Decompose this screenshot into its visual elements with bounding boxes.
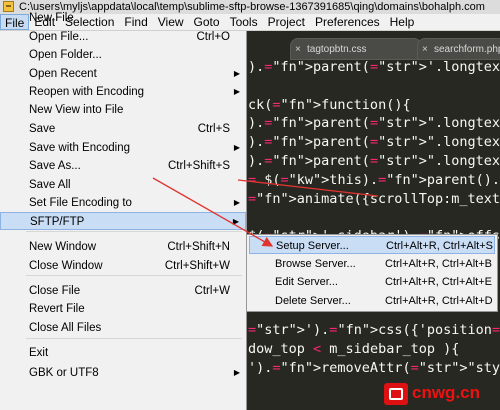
close-icon[interactable]: × bbox=[295, 39, 301, 59]
file-menu-item-new-file[interactable]: New File bbox=[0, 9, 246, 27]
menu-item-label: Edit Server... bbox=[275, 276, 338, 288]
menu-item-shortcut: Ctrl+O bbox=[196, 31, 230, 43]
menu-item-label: Save All bbox=[29, 179, 71, 191]
menu-item-label: New Window bbox=[29, 241, 97, 253]
menu-item-label: Open Recent bbox=[29, 68, 97, 80]
menu-item-label: Save As... bbox=[29, 160, 81, 172]
menu-item-label: Exit bbox=[29, 347, 49, 359]
file-menu-item-close-all-files[interactable]: Close All Files bbox=[0, 319, 246, 337]
code-line: = $(="kw">this).="fn">parent().="fn">par… bbox=[248, 171, 500, 188]
tab-searchform[interactable]: × searchform.php bbox=[417, 38, 500, 60]
code-line: ').="fn">removeAttr(="str">"style"); bbox=[248, 359, 500, 376]
file-menu-item-save-with-encoding[interactable]: Save with Encoding ▶ bbox=[0, 139, 246, 157]
menu-item-label: New View into File bbox=[29, 104, 124, 116]
menu-item-label: Save with Encoding bbox=[29, 142, 131, 154]
file-menu-item-set-file-encoding-to[interactable]: Set File Encoding to ▶ bbox=[0, 194, 246, 212]
menu-item-label: Reopen with Encoding bbox=[29, 86, 145, 98]
tab-tagtopbtn[interactable]: × tagtopbtn.css bbox=[290, 38, 422, 60]
file-menu-item-close-file[interactable]: Close File Ctrl+W bbox=[0, 282, 246, 300]
sftp-menu-item-edit-server[interactable]: Edit Server... Ctrl+Alt+R, Ctrl+Alt+E bbox=[249, 273, 495, 291]
menu-item-label: SFTP/FTP bbox=[30, 216, 85, 228]
menu-item-label: Set File Encoding to bbox=[29, 197, 132, 209]
menu-item-shortcut: Ctrl+Alt+R, Ctrl+Alt+B bbox=[385, 257, 492, 270]
menu-item-label: Close All Files bbox=[29, 322, 102, 334]
menu-item-label: New File bbox=[29, 12, 74, 24]
submenu-arrow-icon: ▶ bbox=[233, 368, 240, 377]
menu-item-shortcut: Ctrl+S bbox=[197, 123, 230, 135]
tab-label: tagtopbtn.css bbox=[307, 44, 367, 55]
code-line: ).="fn">parent(="str">".longtext_all").=… bbox=[248, 134, 500, 151]
file-menu-item-new-window[interactable]: New Window Ctrl+Shift+N bbox=[0, 238, 246, 256]
file-menu-item-exit[interactable]: Exit bbox=[0, 344, 246, 362]
submenu-arrow-icon: ▶ bbox=[233, 198, 240, 207]
submenu-arrow-icon: ▶ bbox=[233, 143, 240, 152]
logo-icon bbox=[384, 383, 408, 405]
menu-item-label: Setup Server... bbox=[276, 240, 349, 252]
code-line: dow_top < m_sidebar_top ){ bbox=[248, 341, 460, 357]
file-menu-item-revert-file[interactable]: Revert File bbox=[0, 300, 246, 318]
file-menu-item-save-all[interactable]: Save All bbox=[0, 176, 246, 194]
menu-item-shortcut: Ctrl+Alt+R, Ctrl+Alt+S bbox=[386, 240, 493, 252]
submenu-arrow-icon: ▶ bbox=[233, 87, 240, 96]
menu-item-label: Save bbox=[29, 123, 56, 135]
menu-item-label: Revert File bbox=[29, 303, 85, 315]
menu-preferences[interactable]: Preferences bbox=[310, 14, 385, 30]
menu-item-label: Close File bbox=[29, 285, 81, 297]
file-menu-item-close-window[interactable]: Close Window Ctrl+Shift+W bbox=[0, 257, 246, 275]
menu-help[interactable]: Help bbox=[385, 14, 420, 30]
file-menu-item-open-recent[interactable]: Open Recent ▶ bbox=[0, 65, 246, 83]
code-line: ck(="fn">function(){ bbox=[248, 96, 411, 113]
file-menu-item-save-as[interactable]: Save As... Ctrl+Shift+S bbox=[0, 157, 246, 175]
menu-item-label: Open Folder... bbox=[29, 49, 102, 61]
sftp-menu-item-browse-server[interactable]: Browse Server... Ctrl+Alt+R, Ctrl+Alt+B bbox=[249, 255, 495, 273]
menu-item-shortcut: Ctrl+Alt+R, Ctrl+Alt+D bbox=[385, 294, 493, 307]
code-view[interactable]: ).="fn">parent(="str">'.longtext_prv').=… bbox=[248, 58, 500, 378]
menu-item-label: Close Window bbox=[29, 260, 103, 272]
menu-item-shortcut: Ctrl+Alt+R, Ctrl+Alt+E bbox=[385, 276, 492, 288]
menu-separator bbox=[26, 275, 242, 276]
menu-separator bbox=[26, 231, 242, 232]
submenu-arrow-icon: ▶ bbox=[232, 217, 239, 226]
sftp-menu-item-delete-server[interactable]: Delete Server... Ctrl+Alt+R, Ctrl+Alt+D bbox=[249, 292, 495, 310]
menu-item-shortcut: Ctrl+W bbox=[194, 285, 230, 297]
file-menu-item-open-folder[interactable]: Open Folder... bbox=[0, 46, 246, 64]
watermark-logo: cnwg.cn bbox=[384, 381, 496, 407]
menu-item-label: Open File... bbox=[29, 31, 89, 43]
menu-item-label: Delete Server... bbox=[275, 294, 351, 307]
code-line: ="str">').="fn">css({'position="str">':'… bbox=[248, 322, 500, 339]
sftp-submenu: Setup Server... Ctrl+Alt+R, Ctrl+Alt+S Bro… bbox=[246, 234, 498, 312]
menu-item-label: Browse Server... bbox=[275, 257, 356, 270]
file-menu-item-open-file[interactable]: Open File... Ctrl+O bbox=[0, 28, 246, 46]
menu-item-shortcut: Ctrl+Shift+W bbox=[164, 260, 230, 272]
menu-item-label: GBK or UTF8 bbox=[29, 367, 99, 379]
file-menu-item-new-view-into-file[interactable]: New View into File bbox=[0, 101, 246, 119]
submenu-arrow-icon: ▶ bbox=[233, 69, 240, 78]
code-line: ="fn">animate({scrollTop:m_text_top-="nu… bbox=[248, 190, 500, 207]
menu-project[interactable]: Project bbox=[263, 14, 310, 30]
menu-item-shortcut: Ctrl+Shift+N bbox=[167, 241, 230, 253]
code-line: ).="fn">parent(="str">'.longtext_prv').=… bbox=[248, 59, 500, 75]
file-menu-item-reopen-with-encoding[interactable]: Reopen with Encoding ▶ bbox=[0, 83, 246, 101]
file-menu-item-sftp-ftp[interactable]: SFTP/FTP ▶ bbox=[0, 212, 246, 230]
file-menu: New File Open File... Ctrl+O Open Folder...… bbox=[0, 12, 247, 410]
menu-separator bbox=[26, 338, 242, 339]
sftp-menu-item-setup-server[interactable]: Setup Server... Ctrl+Alt+R, Ctrl+Alt+S bbox=[249, 236, 495, 254]
watermark-text: cnwg.cn bbox=[412, 383, 481, 402]
code-line: ).="fn">parent(="str">".longtext_all").=… bbox=[248, 153, 500, 169]
file-menu-item-gbk-or-utf8[interactable]: GBK or UTF8 ▶ bbox=[0, 364, 246, 382]
tab-label: searchform.php bbox=[434, 44, 500, 55]
tab-bar: × tagtopbtn.css × searchform.php bbox=[245, 38, 500, 60]
code-line: ).="fn">parent(="str">".longtext_all").=… bbox=[248, 115, 500, 132]
close-icon[interactable]: × bbox=[422, 39, 428, 59]
file-menu-item-save[interactable]: Save Ctrl+S bbox=[0, 120, 246, 138]
menu-item-shortcut: Ctrl+Shift+S bbox=[168, 160, 230, 172]
